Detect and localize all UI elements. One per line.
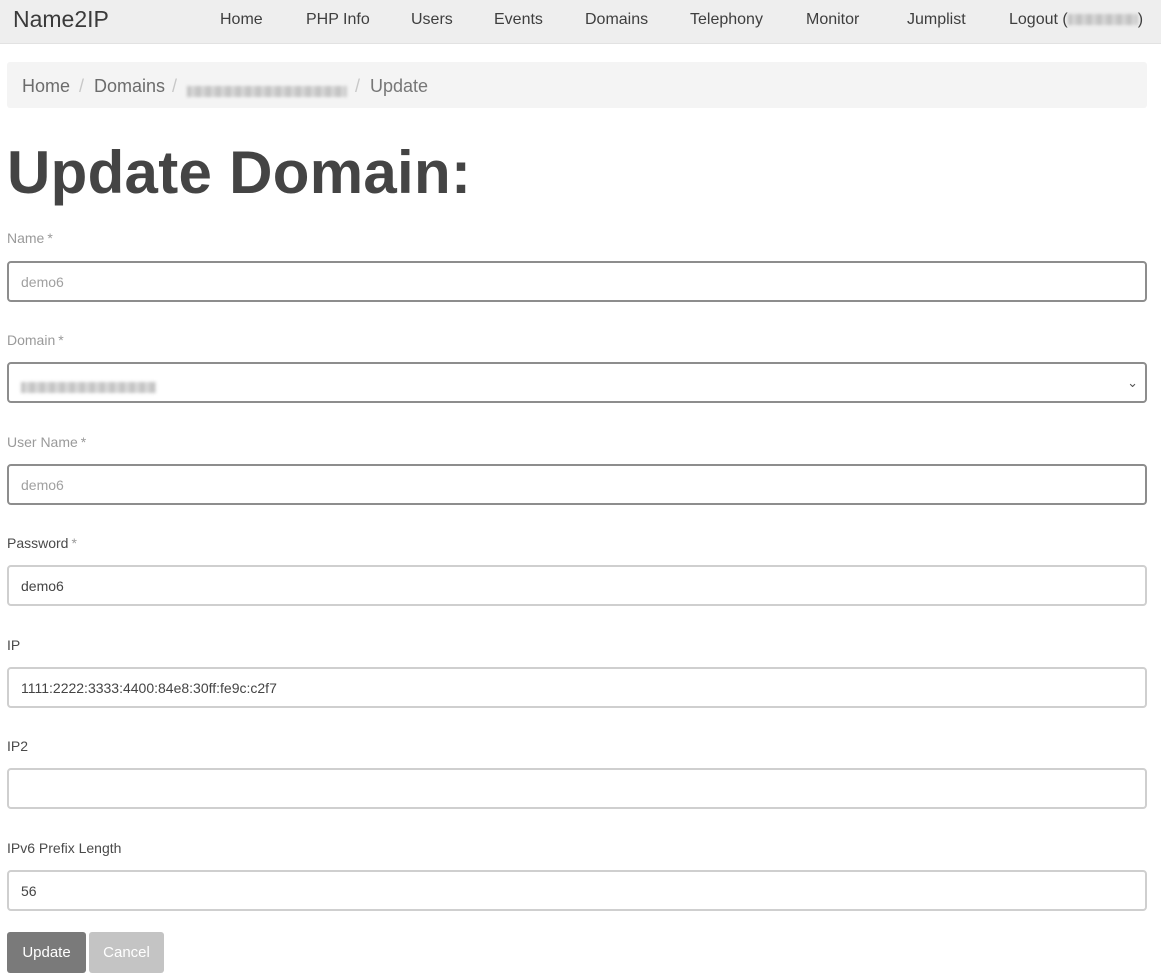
nav-events[interactable]: Events — [494, 11, 543, 29]
chevron-down-icon: ⌄ — [1127, 375, 1138, 390]
required-mark: * — [80, 434, 87, 450]
nav-monitor[interactable]: Monitor — [806, 11, 859, 29]
required-mark: * — [71, 535, 77, 551]
name-label: Name * — [7, 230, 53, 246]
domain-label: Domain * — [7, 332, 64, 348]
update-button[interactable]: Update — [7, 932, 86, 973]
page-title: Update Domain: — [7, 139, 472, 206]
nav-users[interactable]: Users — [411, 11, 453, 29]
breadcrumb-active: Update — [370, 76, 429, 96]
required-mark: * — [58, 332, 64, 348]
breadcrumb-separator: / — [172, 76, 178, 96]
nav-logout[interactable]: Logout () — [1009, 11, 1143, 29]
nav-php-info[interactable]: PHP Info — [306, 11, 370, 29]
password-label-text: Password — [7, 535, 69, 551]
redacted-domain-value — [21, 381, 156, 393]
brand-logo[interactable]: Name2IP — [13, 5, 109, 33]
required-mark: * — [47, 230, 53, 246]
ipv6-prefix-input[interactable] — [7, 870, 1147, 911]
user-name-label-text: User Name — [7, 434, 78, 450]
cancel-button[interactable]: Cancel — [89, 932, 164, 973]
ip-label: IP — [7, 637, 21, 653]
breadcrumb-separator: / — [355, 76, 361, 96]
top-navbar: Name2IP Home PHP Info Users Events Domai… — [0, 0, 1161, 44]
breadcrumb: Home / Domains / / Update — [7, 62, 1147, 108]
nav-telephony[interactable]: Telephony — [690, 11, 763, 29]
ip2-label: IP2 — [7, 738, 29, 754]
redacted-domain-name — [187, 85, 347, 97]
breadcrumb-domain-redacted[interactable] — [187, 80, 347, 100]
password-input[interactable] — [7, 565, 1147, 606]
domain-selected-value — [21, 378, 156, 394]
breadcrumb-separator: / — [79, 76, 85, 96]
password-label: Password * — [7, 535, 77, 551]
nav-jumplist[interactable]: Jumplist — [907, 11, 966, 29]
redacted-username — [1067, 14, 1138, 26]
domain-select[interactable]: ⌄ — [7, 362, 1147, 403]
ip-input[interactable] — [7, 667, 1147, 708]
name-label-text: Name — [7, 230, 45, 246]
logout-label: Logout ( — [1009, 11, 1068, 28]
user-name-label: User Name * — [7, 434, 86, 450]
breadcrumb-home[interactable]: Home — [22, 76, 70, 96]
domain-label-text: Domain — [7, 332, 56, 348]
ip2-input[interactable] — [7, 768, 1147, 809]
user-name-input[interactable] — [7, 464, 1147, 505]
ipv6-prefix-label: IPv6 Prefix Length — [7, 840, 122, 856]
nav-domains[interactable]: Domains — [585, 11, 648, 29]
breadcrumb-domains[interactable]: Domains — [94, 76, 165, 96]
logout-suffix: ) — [1137, 11, 1144, 28]
nav-home[interactable]: Home — [220, 11, 263, 29]
name-input[interactable] — [7, 261, 1147, 302]
